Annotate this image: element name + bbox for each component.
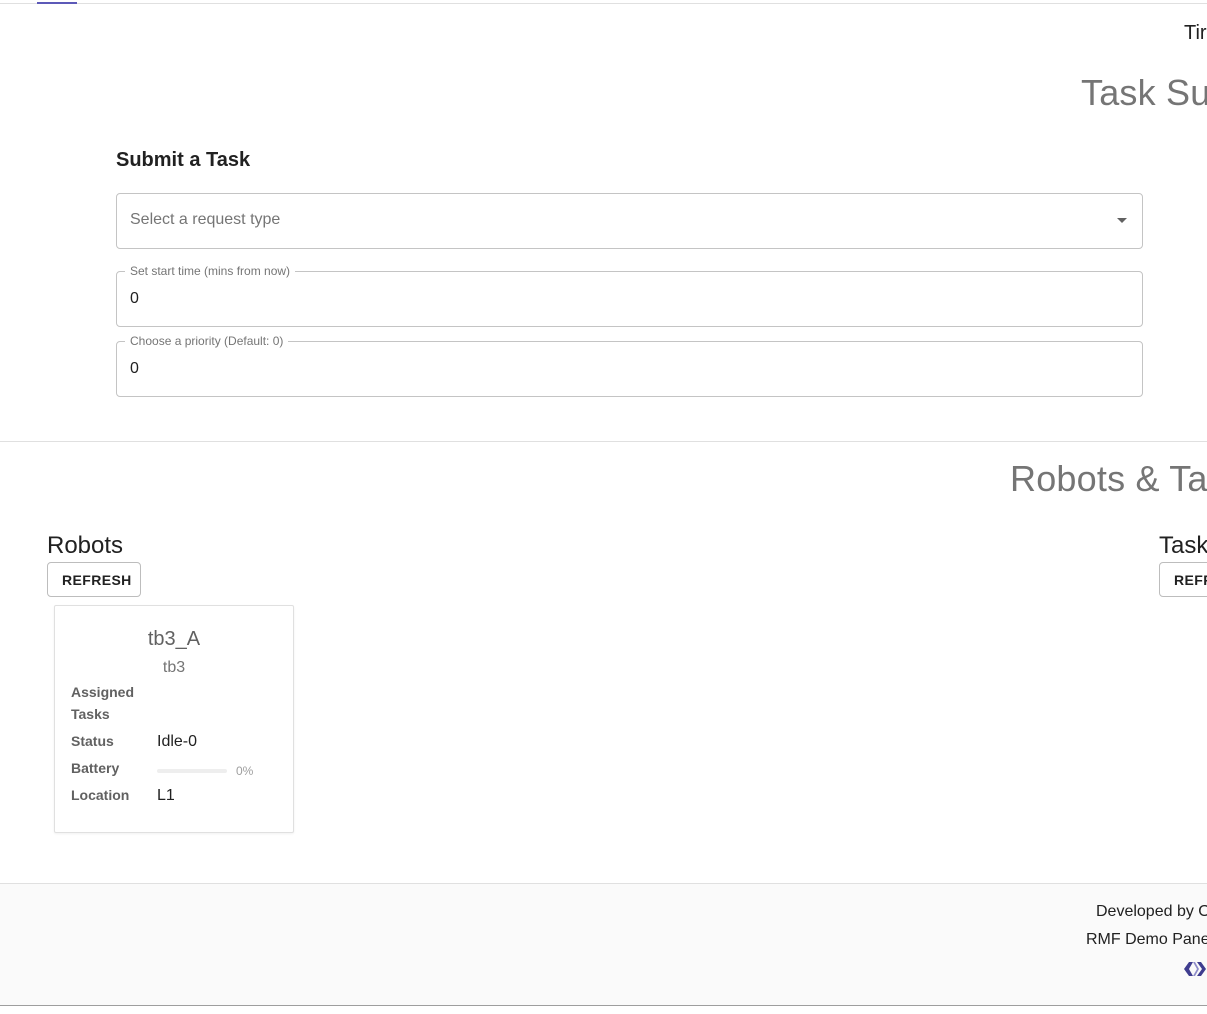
form-title: Submit a Task: [116, 149, 251, 171]
assigned-tasks-label: Assigned Tasks: [71, 684, 135, 722]
request-type-placeholder: Select a request type: [130, 211, 281, 228]
developed-by-text: Developed by O: [1096, 903, 1207, 920]
dropdown-arrow-icon[interactable]: [1117, 218, 1127, 223]
priority-value[interactable]: 0: [130, 360, 139, 378]
status-value: Idle-0: [157, 733, 198, 750]
battery-progress-bar: [157, 769, 227, 773]
panel-name-text: RMF Demo Pane: [1086, 931, 1207, 948]
battery-percent: 0%: [236, 764, 254, 778]
status-label: Status: [71, 733, 114, 749]
priority-field[interactable]: Choose a priority (Default: 0) 0: [116, 334, 1143, 397]
start-time-value[interactable]: 0: [130, 290, 139, 308]
request-type-select[interactable]: Select a request type: [116, 193, 1143, 249]
top-divider: [0, 3, 1207, 4]
start-time-field[interactable]: Set start time (mins from now) 0: [116, 264, 1143, 327]
robots-refresh-button[interactable]: REFRESH: [47, 562, 141, 597]
robot-name: tb3_A: [147, 628, 201, 650]
location-value: L1: [157, 787, 175, 804]
time-label: Tir: [1184, 22, 1207, 44]
location-label: Location: [71, 787, 130, 803]
tasks-refresh-button[interactable]: REFR: [1159, 562, 1207, 597]
robots-title: Robots: [47, 532, 124, 559]
priority-label: Choose a priority (Default: 0): [125, 334, 289, 348]
open-robotics-logo-icon: [1184, 962, 1206, 976]
robot-model: tb3: [162, 659, 186, 676]
robots-tasks-heading: Robots & Tas: [1010, 458, 1207, 499]
tasks-title: Task: [1159, 532, 1207, 559]
robot-card[interactable]: tb3_A tb3 Assigned Tasks Status Idle-0 B…: [54, 605, 294, 833]
active-tab-indicator: [37, 2, 77, 4]
section-divider: [0, 441, 1207, 442]
battery-label: Battery: [71, 760, 120, 776]
footer: Developed by O RMF Demo Pane: [0, 883, 1207, 1006]
bottom-divider: [0, 1005, 1207, 1006]
start-time-label: Set start time (mins from now): [125, 264, 296, 278]
task-submission-heading: Task Sub: [1081, 72, 1207, 113]
